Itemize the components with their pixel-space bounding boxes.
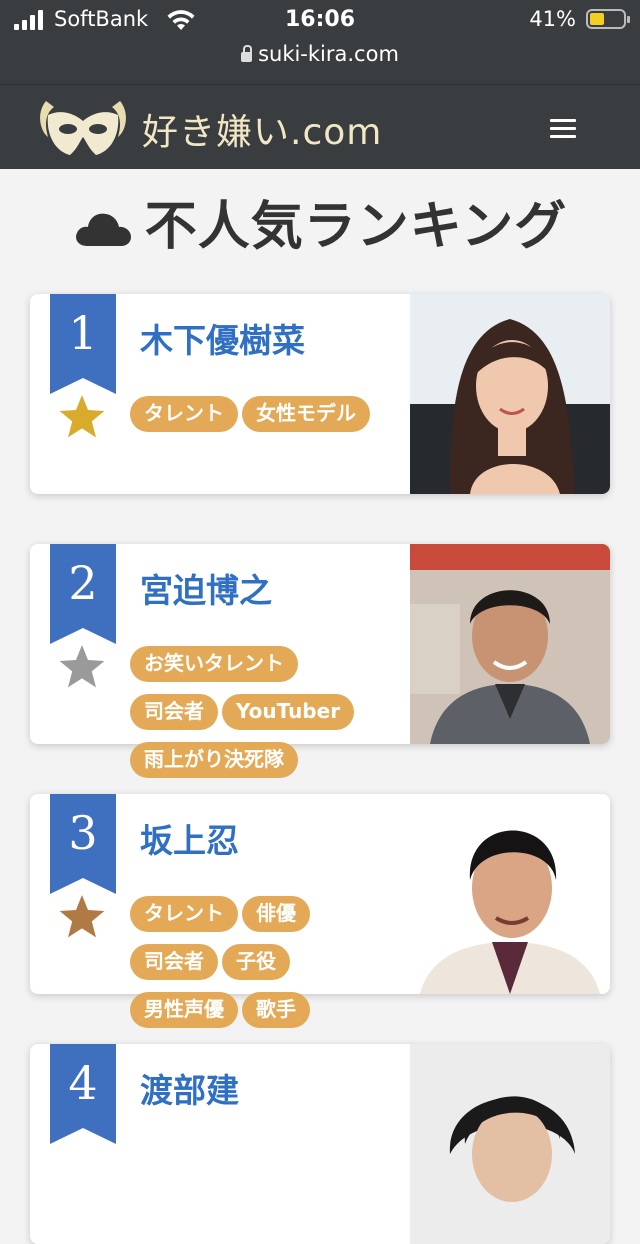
status-bar: SoftBank 16:06 41% suki-kira.com bbox=[0, 0, 640, 84]
person-name[interactable]: 木下優樹菜 bbox=[140, 314, 305, 362]
rank-number: 4 bbox=[68, 1056, 98, 1110]
tag[interactable]: 女性モデル bbox=[242, 396, 370, 432]
tag-list: お笑いタレント 司会者 YouTuber 雨上がり決死隊 bbox=[130, 646, 410, 790]
person-name[interactable]: 坂上忍 bbox=[140, 814, 239, 862]
battery-percent: 41% bbox=[529, 7, 576, 31]
tag[interactable]: YouTuber bbox=[222, 694, 355, 730]
tag[interactable]: お笑いタレント bbox=[130, 646, 298, 682]
ranking-card-1[interactable]: 1 木下優樹菜 タレント 女性モデル bbox=[30, 294, 610, 494]
tag-list: タレント 俳優 司会者 子役 男性声優 歌手 bbox=[130, 896, 410, 1040]
bronze-star-icon bbox=[59, 895, 105, 938]
url-text: suki-kira.com bbox=[258, 42, 399, 66]
tag[interactable]: 子役 bbox=[222, 944, 290, 980]
tag[interactable]: 俳優 bbox=[242, 896, 310, 932]
site-header: 好き嫌い.com bbox=[0, 84, 640, 169]
battery-icon bbox=[586, 9, 630, 29]
ranking-card-3[interactable]: 3 坂上忍 タレント 俳優 司会者 子役 男性声優 歌手 bbox=[30, 794, 610, 1028]
gold-star-icon bbox=[59, 395, 105, 438]
page-title-text: 不人気ランキング bbox=[144, 197, 568, 257]
tag[interactable]: 雨上がり決死隊 bbox=[130, 742, 298, 778]
tag[interactable]: 司会者 bbox=[130, 694, 218, 730]
ranking-card-4[interactable]: 4 渡部建 bbox=[30, 1044, 610, 1244]
rank-number: 3 bbox=[68, 806, 98, 860]
ranking-card-2[interactable]: 2 宮迫博之 お笑いタレント 司会者 YouTuber 雨上がり決死隊 bbox=[30, 544, 610, 778]
person-photo[interactable] bbox=[410, 794, 610, 994]
rank-number: 2 bbox=[68, 556, 98, 610]
person-name[interactable]: 渡部建 bbox=[140, 1064, 239, 1112]
tag[interactable]: 歌手 bbox=[242, 992, 310, 1028]
tag[interactable]: 司会者 bbox=[130, 944, 218, 980]
hamburger-menu-icon[interactable] bbox=[550, 119, 576, 139]
address-bar[interactable]: suki-kira.com bbox=[0, 42, 640, 66]
tag-list: タレント 女性モデル bbox=[130, 396, 410, 444]
mask-logo-icon[interactable] bbox=[34, 93, 132, 161]
person-photo[interactable] bbox=[410, 294, 610, 494]
cloud-icon bbox=[75, 213, 131, 246]
person-photo[interactable] bbox=[410, 1044, 610, 1244]
page-title: 不人気ランキング bbox=[0, 184, 640, 259]
silver-star-icon bbox=[59, 645, 105, 688]
person-photo[interactable] bbox=[410, 544, 610, 744]
person-name[interactable]: 宮迫博之 bbox=[140, 564, 272, 612]
site-logo-text[interactable]: 好き嫌い.com bbox=[142, 103, 382, 155]
tag[interactable]: タレント bbox=[130, 396, 238, 432]
tag[interactable]: 男性声優 bbox=[130, 992, 238, 1028]
lock-icon bbox=[241, 45, 253, 62]
tag[interactable]: タレント bbox=[130, 896, 238, 932]
rank-number: 1 bbox=[68, 306, 98, 360]
